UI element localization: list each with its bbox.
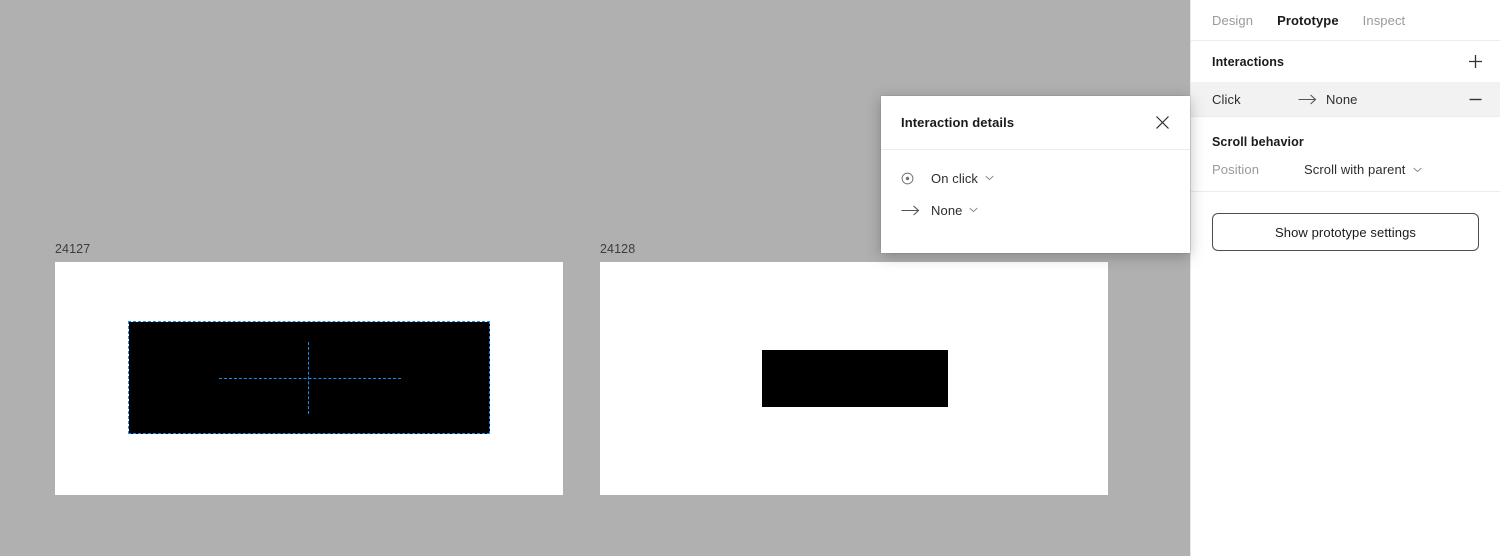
tab-inspect[interactable]: Inspect <box>1363 13 1406 28</box>
panel-tabs: Design Prototype Inspect <box>1191 0 1500 41</box>
interaction-destination-label[interactable]: None <box>1326 92 1357 107</box>
design-canvas[interactable]: 24127 24128 <box>0 0 1190 556</box>
popup-title: Interaction details <box>901 115 1015 130</box>
interaction-trigger-label: Click <box>1212 91 1241 107</box>
show-prototype-settings-button[interactable]: Show prototype settings <box>1212 213 1479 251</box>
frame-24127[interactable] <box>55 262 563 495</box>
position-label: Position <box>1212 162 1260 177</box>
frame-label-24127[interactable]: 24127 <box>55 242 90 256</box>
popup-header: Interaction details <box>881 96 1190 150</box>
tab-design[interactable]: Design <box>1212 13 1253 28</box>
chevron-down-icon[interactable] <box>985 175 994 181</box>
arrow-right-icon <box>901 205 923 216</box>
chevron-down-icon[interactable] <box>969 207 979 213</box>
prototype-settings-button-wrap: Show prototype settings <box>1191 192 1500 251</box>
frame-24128[interactable] <box>600 262 1108 495</box>
close-icon[interactable] <box>1148 108 1176 136</box>
popup-body: On click None <box>881 150 1190 226</box>
click-target-icon <box>901 172 923 185</box>
interaction-row[interactable]: Click None <box>1191 82 1500 117</box>
scroll-behavior-section: Scroll behavior Position Scroll with par… <box>1191 117 1500 192</box>
position-property-row: Position Scroll with parent <box>1191 149 1500 177</box>
interactions-section-header: Interactions <box>1191 41 1500 82</box>
scroll-behavior-title: Scroll behavior <box>1212 135 1304 149</box>
chevron-down-icon <box>1412 167 1422 173</box>
frame-label-24128[interactable]: 24128 <box>600 242 635 256</box>
plus-icon[interactable] <box>1462 49 1488 75</box>
popup-action-row[interactable]: None <box>881 194 1190 226</box>
interaction-details-popup: Interaction details On click None <box>881 96 1190 253</box>
popup-trigger-row[interactable]: On click <box>881 162 1190 194</box>
figma-prototype-screen: 24127 24128 Interaction details On click… <box>0 0 1500 556</box>
interactions-title: Interactions <box>1212 54 1285 69</box>
black-rectangle-selected[interactable] <box>129 322 490 434</box>
position-value-text: Scroll with parent <box>1304 162 1406 177</box>
minus-icon[interactable] <box>1462 86 1488 112</box>
black-rectangle[interactable] <box>762 350 948 407</box>
popup-trigger-value[interactable]: On click <box>931 171 978 186</box>
right-properties-panel: Design Prototype Inspect Interactions Cl… <box>1190 0 1500 556</box>
popup-action-value[interactable]: None <box>931 203 962 218</box>
position-value-dropdown[interactable]: Scroll with parent <box>1304 162 1422 177</box>
tab-prototype[interactable]: Prototype <box>1277 13 1339 28</box>
arrow-right-icon <box>1298 94 1320 105</box>
